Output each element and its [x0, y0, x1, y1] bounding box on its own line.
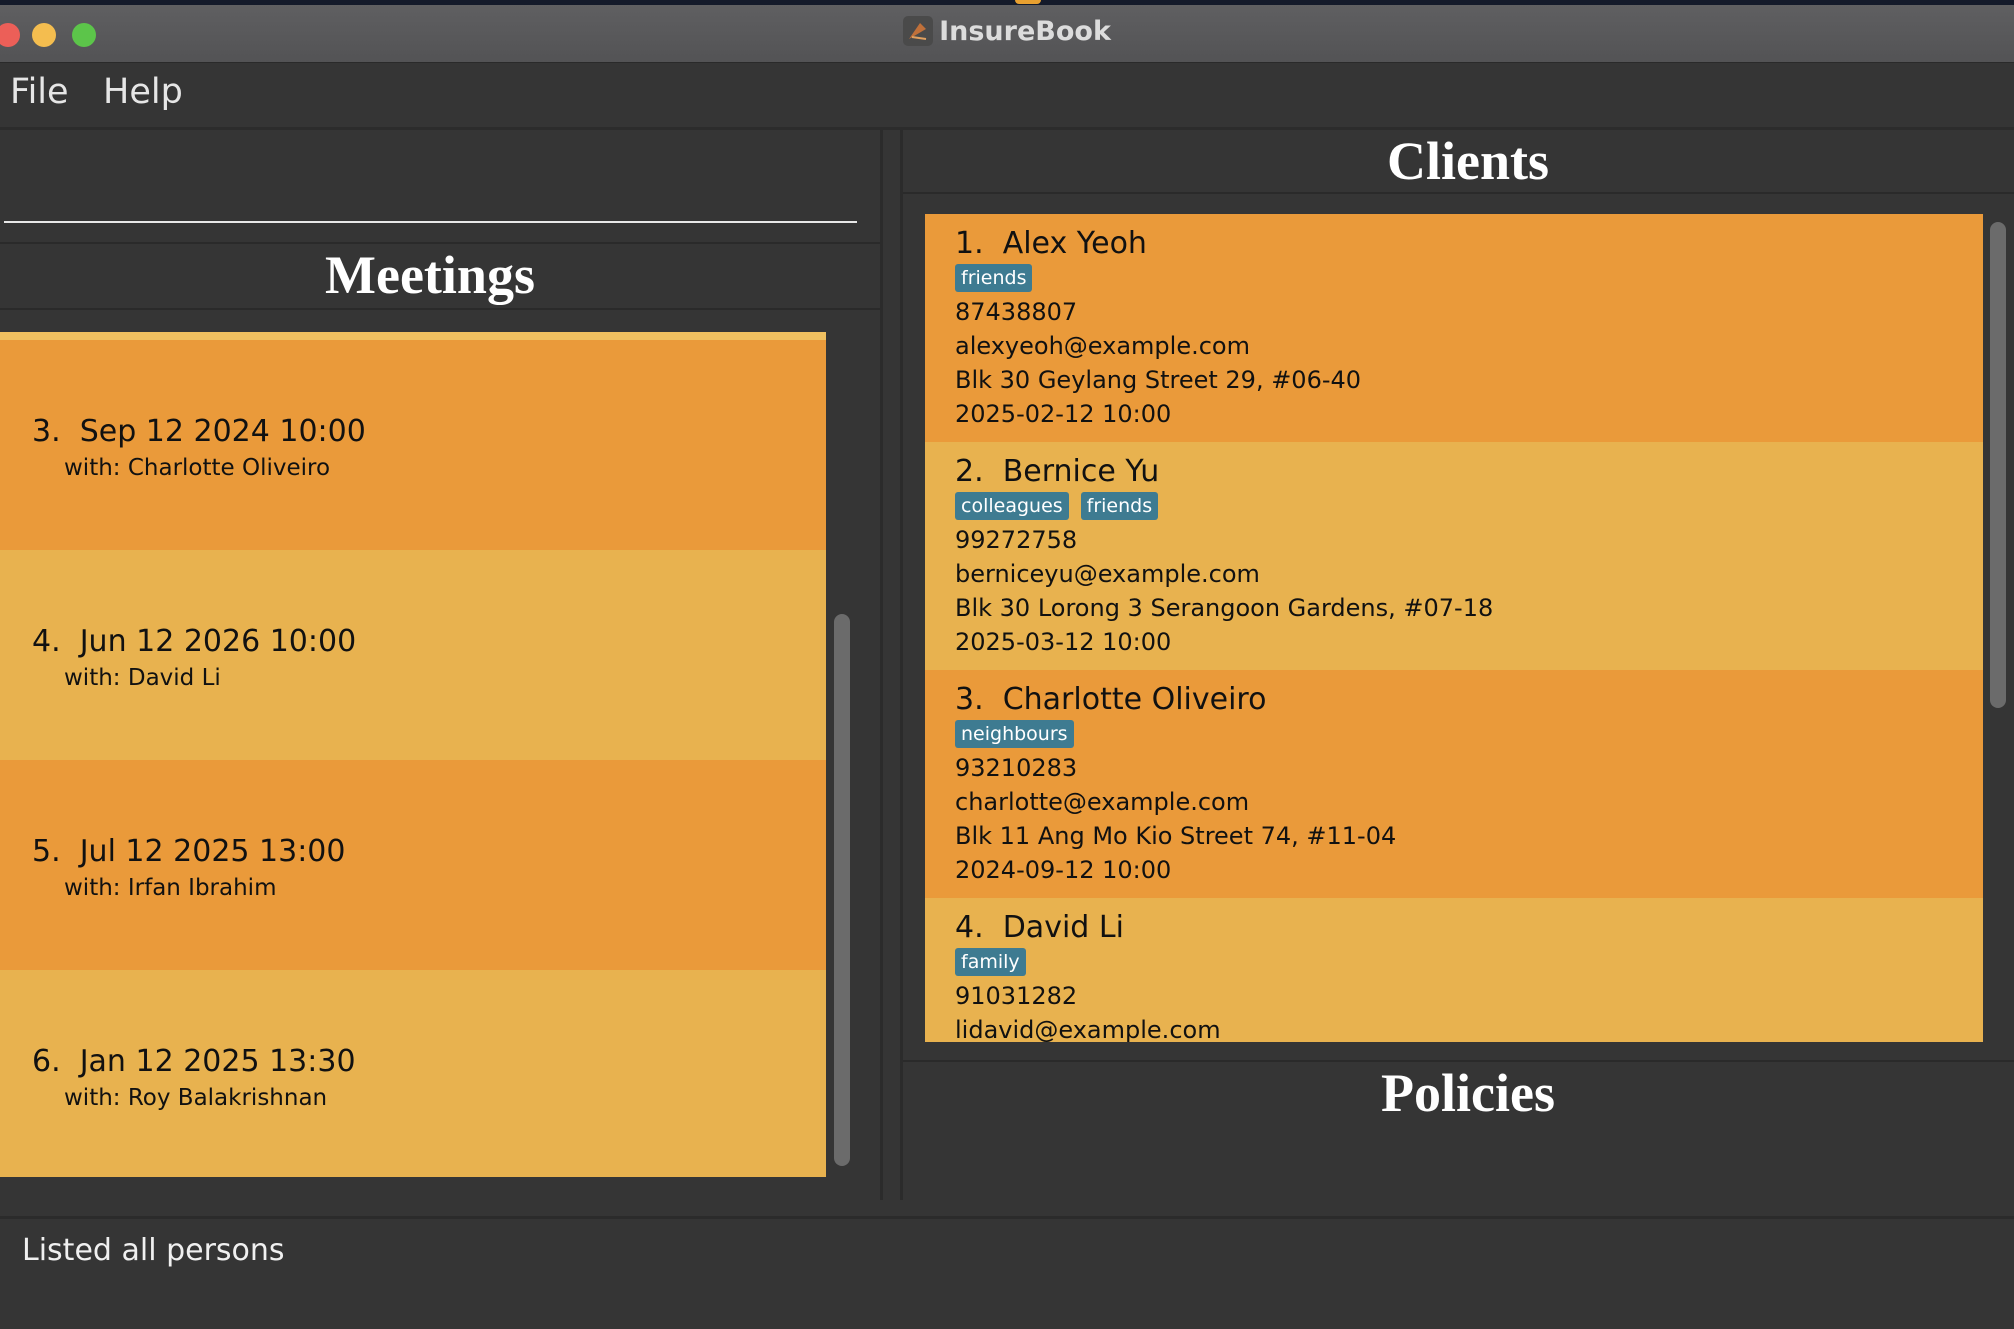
meeting-card[interactable]: 3. Sep 12 2024 10:00 with: Charlotte Oli…: [0, 340, 826, 550]
client-tags: colleagues friends: [955, 492, 1170, 524]
status-message: Listed all persons: [22, 1233, 285, 1268]
client-tags: neighbours: [955, 720, 1086, 752]
client-name-text: Alex Yeoh: [1002, 226, 1147, 261]
client-name: 4. David Li: [955, 910, 1124, 945]
client-tags: friends: [955, 264, 1044, 296]
meeting-with: with: Roy Balakrishnan: [64, 1085, 328, 1111]
meeting-datetime: Jul 12 2025 13:00: [79, 834, 346, 869]
tag-badge: neighbours: [955, 720, 1074, 748]
client-index: 2.: [955, 454, 984, 489]
client-phone: 91031282: [955, 982, 1078, 1010]
result-display: Listed all persons: [0, 1216, 2014, 1329]
meeting-with: with: Charlotte Oliveiro: [64, 455, 331, 481]
meeting-with: with: David Li: [64, 665, 221, 691]
client-name: 1. Alex Yeoh: [955, 226, 1147, 261]
list-item-partial: [0, 332, 826, 340]
meeting-datetime: Jan 12 2025 13:30: [79, 1044, 356, 1079]
meeting-with: with: Irfan Ibrahim: [64, 875, 277, 901]
meeting-index: 5.: [32, 834, 61, 869]
client-name: 3. Charlotte Oliveiro: [955, 682, 1266, 717]
meetings-scrollbar[interactable]: [834, 614, 850, 1166]
client-address: Blk 30 Lorong 3 Serangoon Gardens, #07-1…: [955, 594, 1494, 622]
client-next-meeting: 2025-03-12 10:00: [955, 628, 1172, 656]
client-next-meeting: 2025-02-12 10:00: [955, 400, 1172, 428]
menu-bar: File Help: [0, 63, 2014, 127]
meeting-index: 6.: [32, 1044, 61, 1079]
meeting-card[interactable]: 5. Jul 12 2025 13:00 with: Irfan Ibrahim: [0, 760, 826, 970]
client-index: 4.: [955, 910, 984, 945]
client-address: Blk 11 Ang Mo Kio Street 74, #11-04: [955, 822, 1397, 850]
client-email: charlotte@example.com: [955, 788, 1250, 816]
client-phone: 87438807: [955, 298, 1078, 326]
client-name-text: Bernice Yu: [1002, 454, 1160, 489]
meetings-list[interactable]: 3. Sep 12 2024 10:00 with: Charlotte Oli…: [0, 332, 826, 1177]
meeting-index: 4.: [32, 624, 61, 659]
meeting-title: 3. Sep 12 2024 10:00: [32, 414, 366, 449]
clients-scrollbar[interactable]: [1990, 222, 2006, 708]
meetings-heading: Meetings: [325, 245, 535, 305]
client-name-text: Charlotte Oliveiro: [1002, 682, 1267, 717]
meeting-datetime: Jun 12 2026 10:00: [79, 624, 357, 659]
policies-heading: Policies: [1381, 1063, 1555, 1123]
window-title-text: InsureBook: [939, 16, 1111, 47]
client-index: 3.: [955, 682, 984, 717]
tag-badge: colleagues: [955, 492, 1069, 520]
client-name-text: David Li: [1002, 910, 1124, 945]
client-next-meeting: 2024-09-12 10:00: [955, 856, 1172, 884]
meeting-card[interactable]: 4. Jun 12 2026 10:00 with: David Li: [0, 550, 826, 760]
menu-help[interactable]: Help: [103, 72, 183, 112]
client-email: berniceyu@example.com: [955, 560, 1260, 588]
clients-list[interactable]: 1. Alex Yeoh friends 87438807 alexyeoh@e…: [925, 214, 1983, 1042]
window-titlebar[interactable]: InsureBook: [0, 5, 2014, 63]
meetings-heading-separator: [0, 308, 880, 310]
clients-heading: Clients: [1387, 131, 1549, 191]
client-card[interactable]: 3. Charlotte Oliveiro neighbours 9321028…: [925, 670, 1983, 898]
meeting-card[interactable]: 6. Jan 12 2025 13:30 with: Roy Balakrish…: [0, 970, 826, 1177]
client-phone: 99272758: [955, 526, 1078, 554]
menu-file[interactable]: File: [10, 72, 69, 112]
meeting-title: 4. Jun 12 2026 10:00: [32, 624, 356, 659]
tag-badge: family: [955, 948, 1026, 976]
tag-badge: friends: [955, 264, 1033, 292]
meeting-title: 5. Jul 12 2025 13:00: [32, 834, 345, 869]
meeting-title: 6. Jan 12 2025 13:30: [32, 1044, 356, 1079]
notch-indicator: [1015, 0, 1041, 4]
right-panel: Clients 1. Alex Yeoh friends 87438807 al…: [900, 130, 2014, 1200]
clients-heading-separator: [903, 192, 2014, 194]
client-email: alexyeoh@example.com: [955, 332, 1250, 360]
window-title: InsureBook: [0, 16, 2014, 47]
tag-badge: friends: [1080, 492, 1159, 520]
command-box[interactable]: [0, 130, 880, 242]
client-phone: 93210283: [955, 754, 1078, 782]
client-name: 2. Bernice Yu: [955, 454, 1159, 489]
client-card[interactable]: 4. David Li family 91031282 lidavid@exam…: [925, 898, 1983, 1042]
meeting-datetime: Sep 12 2024 10:00: [79, 414, 366, 449]
client-card[interactable]: 2. Bernice Yu colleagues friends 99272758…: [925, 442, 1983, 670]
command-input-underline: [4, 221, 857, 223]
client-card[interactable]: 1. Alex Yeoh friends 87438807 alexyeoh@e…: [925, 214, 1983, 442]
client-index: 1.: [955, 226, 984, 261]
client-tags: family: [955, 948, 1038, 980]
client-email: lidavid@example.com: [955, 1016, 1221, 1042]
app-logo-icon: [903, 16, 934, 46]
meeting-index: 3.: [32, 414, 61, 449]
client-address: Blk 30 Geylang Street 29, #06-40: [955, 366, 1362, 394]
left-panel: Meetings 3. Sep 12 2024 10:00 with: Char…: [0, 130, 883, 1200]
